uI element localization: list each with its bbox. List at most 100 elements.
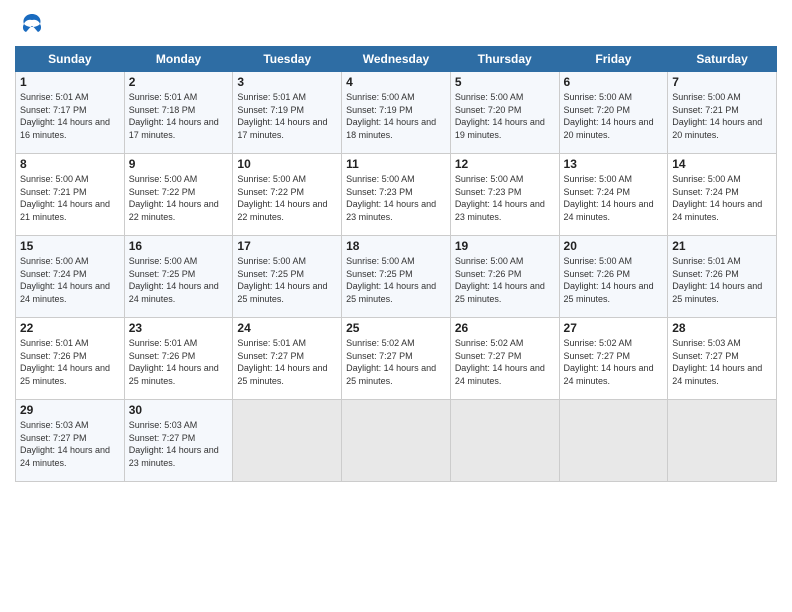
day-info: Sunrise: 5:00 AMSunset: 7:22 PMDaylight:… bbox=[237, 173, 337, 223]
day-number: 20 bbox=[564, 239, 664, 253]
day-cell: 5Sunrise: 5:00 AMSunset: 7:20 PMDaylight… bbox=[450, 72, 559, 154]
day-info: Sunrise: 5:00 AMSunset: 7:19 PMDaylight:… bbox=[346, 91, 446, 141]
day-info: Sunrise: 5:00 AMSunset: 7:25 PMDaylight:… bbox=[237, 255, 337, 305]
day-cell bbox=[450, 400, 559, 482]
day-number: 14 bbox=[672, 157, 772, 171]
day-cell: 28Sunrise: 5:03 AMSunset: 7:27 PMDayligh… bbox=[668, 318, 777, 400]
day-cell bbox=[233, 400, 342, 482]
day-cell: 19 Sunrise: 5:00 AMSunset: 7:26 PMDayligh… bbox=[450, 236, 559, 318]
day-info: Sunrise: 5:01 AMSunset: 7:26 PMDaylight:… bbox=[20, 337, 120, 387]
day-cell: 11Sunrise: 5:00 AMSunset: 7:23 PMDayligh… bbox=[342, 154, 451, 236]
day-info: Sunrise: 5:01 AMSunset: 7:26 PMDaylight:… bbox=[129, 337, 229, 387]
header-tuesday: Tuesday bbox=[233, 47, 342, 72]
day-number: 12 bbox=[455, 157, 555, 171]
header-wednesday: Wednesday bbox=[342, 47, 451, 72]
day-number: 29 bbox=[20, 403, 120, 417]
day-info: Sunrise: 5:01 AMSunset: 7:18 PMDaylight:… bbox=[129, 91, 229, 141]
week-row-5: 29 Sunrise: 5:03 AMSunset: 7:27 PMDayligh… bbox=[16, 400, 777, 482]
day-cell: 30 Sunrise: 5:03 AMSunset: 7:27 PMDayligh… bbox=[124, 400, 233, 482]
day-cell: 10 Sunrise: 5:00 AMSunset: 7:22 PMDayligh… bbox=[233, 154, 342, 236]
day-number: 11 bbox=[346, 157, 446, 171]
day-number: 30 bbox=[129, 403, 229, 417]
header-sunday: Sunday bbox=[16, 47, 125, 72]
day-cell bbox=[668, 400, 777, 482]
day-info: Sunrise: 5:00 AMSunset: 7:26 PMDaylight:… bbox=[564, 255, 664, 305]
header bbox=[15, 10, 777, 42]
header-friday: Friday bbox=[559, 47, 668, 72]
day-number: 4 bbox=[346, 75, 446, 89]
day-number: 23 bbox=[129, 321, 229, 335]
day-number: 15 bbox=[20, 239, 120, 253]
day-cell: 29 Sunrise: 5:03 AMSunset: 7:27 PMDayligh… bbox=[16, 400, 125, 482]
day-number: 24 bbox=[237, 321, 337, 335]
header-thursday: Thursday bbox=[450, 47, 559, 72]
day-info: Sunrise: 5:03 AMSunset: 7:27 PMDaylight:… bbox=[20, 419, 120, 469]
day-number: 3 bbox=[237, 75, 337, 89]
day-info: Sunrise: 5:00 AMSunset: 7:26 PMDaylight:… bbox=[455, 255, 555, 305]
logo bbox=[15, 10, 46, 42]
day-info: Sunrise: 5:00 AMSunset: 7:20 PMDaylight:… bbox=[564, 91, 664, 141]
day-info: Sunrise: 5:02 AMSunset: 7:27 PMDaylight:… bbox=[346, 337, 446, 387]
day-info: Sunrise: 5:01 AMSunset: 7:17 PMDaylight:… bbox=[20, 91, 120, 141]
week-row-2: 8Sunrise: 5:00 AMSunset: 7:21 PMDaylight… bbox=[16, 154, 777, 236]
day-info: Sunrise: 5:02 AMSunset: 7:27 PMDaylight:… bbox=[455, 337, 555, 387]
day-cell: 1 Sunrise: 5:01 AMSunset: 7:17 PMDaylight… bbox=[16, 72, 125, 154]
day-cell: 7Sunrise: 5:00 AMSunset: 7:21 PMDaylight… bbox=[668, 72, 777, 154]
day-cell: 27 Sunrise: 5:02 AMSunset: 7:27 PMDayligh… bbox=[559, 318, 668, 400]
day-number: 6 bbox=[564, 75, 664, 89]
day-number: 17 bbox=[237, 239, 337, 253]
day-info: Sunrise: 5:00 AMSunset: 7:24 PMDaylight:… bbox=[564, 173, 664, 223]
day-cell: 23 Sunrise: 5:01 AMSunset: 7:26 PMDayligh… bbox=[124, 318, 233, 400]
day-info: Sunrise: 5:00 AMSunset: 7:20 PMDaylight:… bbox=[455, 91, 555, 141]
day-info: Sunrise: 5:00 AMSunset: 7:21 PMDaylight:… bbox=[20, 173, 120, 223]
week-row-3: 15 Sunrise: 5:00 AMSunset: 7:24 PMDayligh… bbox=[16, 236, 777, 318]
day-cell: 18Sunrise: 5:00 AMSunset: 7:25 PMDayligh… bbox=[342, 236, 451, 318]
day-number: 16 bbox=[129, 239, 229, 253]
day-info: Sunrise: 5:01 AMSunset: 7:19 PMDaylight:… bbox=[237, 91, 337, 141]
day-cell: 24Sunrise: 5:01 AMSunset: 7:27 PMDayligh… bbox=[233, 318, 342, 400]
day-cell: 9 Sunrise: 5:00 AMSunset: 7:22 PMDaylight… bbox=[124, 154, 233, 236]
day-number: 19 bbox=[455, 239, 555, 253]
day-info: Sunrise: 5:00 AMSunset: 7:23 PMDaylight:… bbox=[455, 173, 555, 223]
day-cell: 12 Sunrise: 5:00 AMSunset: 7:23 PMDayligh… bbox=[450, 154, 559, 236]
week-row-1: 1 Sunrise: 5:01 AMSunset: 7:17 PMDaylight… bbox=[16, 72, 777, 154]
day-cell: 6 Sunrise: 5:00 AMSunset: 7:20 PMDaylight… bbox=[559, 72, 668, 154]
day-number: 1 bbox=[20, 75, 120, 89]
day-cell: 17 Sunrise: 5:00 AMSunset: 7:25 PMDayligh… bbox=[233, 236, 342, 318]
day-cell: 4 Sunrise: 5:00 AMSunset: 7:19 PMDaylight… bbox=[342, 72, 451, 154]
day-info: Sunrise: 5:03 AMSunset: 7:27 PMDaylight:… bbox=[129, 419, 229, 469]
day-info: Sunrise: 5:00 AMSunset: 7:24 PMDaylight:… bbox=[672, 173, 772, 223]
day-info: Sunrise: 5:00 AMSunset: 7:24 PMDaylight:… bbox=[20, 255, 120, 305]
day-number: 2 bbox=[129, 75, 229, 89]
day-info: Sunrise: 5:03 AMSunset: 7:27 PMDaylight:… bbox=[672, 337, 772, 387]
day-cell: 14 Sunrise: 5:00 AMSunset: 7:24 PMDayligh… bbox=[668, 154, 777, 236]
day-number: 26 bbox=[455, 321, 555, 335]
day-number: 21 bbox=[672, 239, 772, 253]
day-cell: 16 Sunrise: 5:00 AMSunset: 7:25 PMDayligh… bbox=[124, 236, 233, 318]
calendar-table: Sunday Monday Tuesday Wednesday Thursday… bbox=[15, 46, 777, 482]
day-cell: 13 Sunrise: 5:00 AMSunset: 7:24 PMDayligh… bbox=[559, 154, 668, 236]
week-row-4: 22 Sunrise: 5:01 AMSunset: 7:26 PMDayligh… bbox=[16, 318, 777, 400]
logo-bird-icon bbox=[18, 10, 46, 42]
day-cell: 2 Sunrise: 5:01 AMSunset: 7:18 PMDaylight… bbox=[124, 72, 233, 154]
day-cell bbox=[559, 400, 668, 482]
day-number: 18 bbox=[346, 239, 446, 253]
day-cell: 22 Sunrise: 5:01 AMSunset: 7:26 PMDayligh… bbox=[16, 318, 125, 400]
day-info: Sunrise: 5:00 AMSunset: 7:25 PMDaylight:… bbox=[129, 255, 229, 305]
day-cell: 26 Sunrise: 5:02 AMSunset: 7:27 PMDayligh… bbox=[450, 318, 559, 400]
day-cell: 20 Sunrise: 5:00 AMSunset: 7:26 PMDayligh… bbox=[559, 236, 668, 318]
day-number: 13 bbox=[564, 157, 664, 171]
day-number: 10 bbox=[237, 157, 337, 171]
weekday-header-row: Sunday Monday Tuesday Wednesday Thursday… bbox=[16, 47, 777, 72]
day-cell: 21 Sunrise: 5:01 AMSunset: 7:26 PMDayligh… bbox=[668, 236, 777, 318]
day-number: 9 bbox=[129, 157, 229, 171]
day-number: 25 bbox=[346, 321, 446, 335]
day-info: Sunrise: 5:02 AMSunset: 7:27 PMDaylight:… bbox=[564, 337, 664, 387]
day-info: Sunrise: 5:01 AMSunset: 7:26 PMDaylight:… bbox=[672, 255, 772, 305]
day-number: 27 bbox=[564, 321, 664, 335]
day-cell: 25 Sunrise: 5:02 AMSunset: 7:27 PMDayligh… bbox=[342, 318, 451, 400]
day-cell: 3 Sunrise: 5:01 AMSunset: 7:19 PMDaylight… bbox=[233, 72, 342, 154]
header-monday: Monday bbox=[124, 47, 233, 72]
day-number: 22 bbox=[20, 321, 120, 335]
day-info: Sunrise: 5:00 AMSunset: 7:22 PMDaylight:… bbox=[129, 173, 229, 223]
